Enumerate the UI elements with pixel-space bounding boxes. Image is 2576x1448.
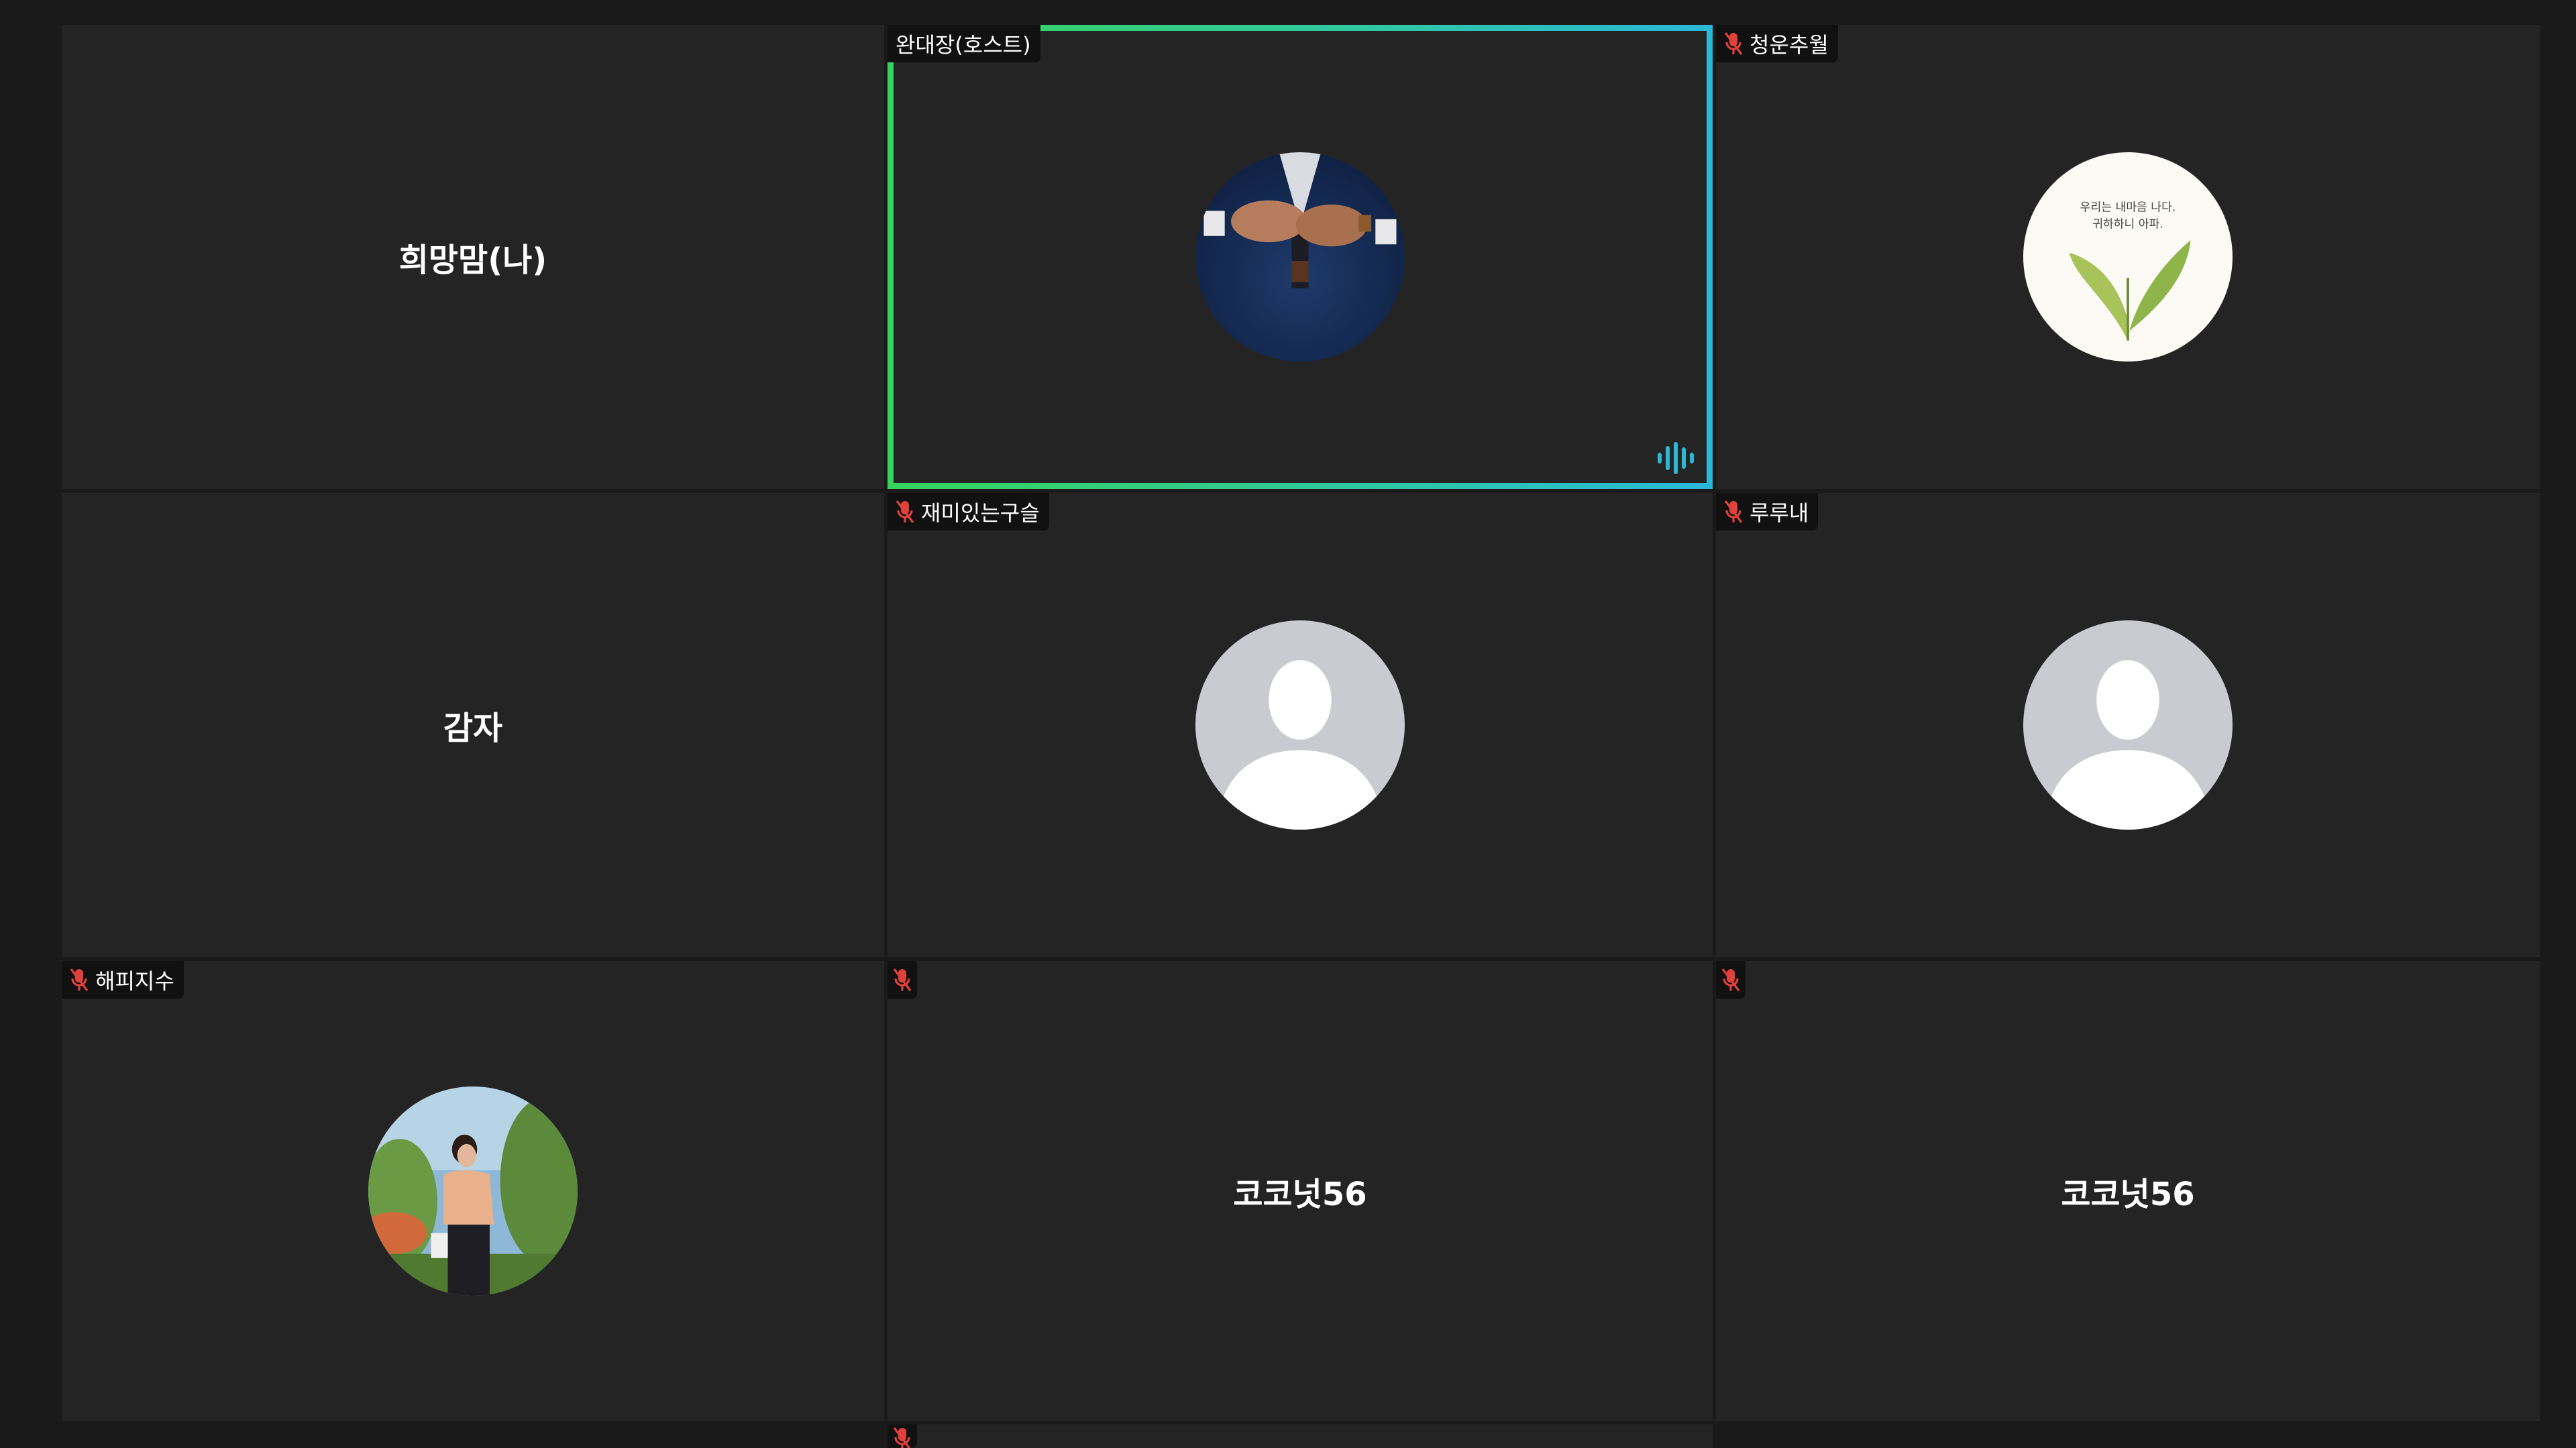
participant-name: 코코넛56 xyxy=(1233,1176,1367,1213)
audio-level-icon xyxy=(1656,442,1694,474)
participant-tile[interactable]: 코코넛56 xyxy=(1716,961,2540,1421)
participant-label xyxy=(888,961,917,999)
participant-label-text: 청운추월 xyxy=(1750,32,1829,58)
participant-label: 해피지수 xyxy=(62,961,184,999)
participant-label-text: 해피지수 xyxy=(95,968,174,994)
default-person-avatar-icon xyxy=(2023,620,2233,830)
participant-tile[interactable]: 감자 xyxy=(62,493,884,957)
participant-photo: 우리는 내마음 나다. 귀하하니 아파. xyxy=(2023,152,2233,361)
participant-tile-partial[interactable] xyxy=(888,1425,1713,1448)
participant-label: 청운추월 xyxy=(1716,25,1838,62)
muted-mic-icon xyxy=(896,500,914,524)
participant-tile[interactable]: 해피지수 xyxy=(62,961,884,1421)
participant-label-text: 재미있는구슬 xyxy=(921,500,1040,526)
participant-photo xyxy=(368,1087,578,1296)
participant-label: 재미있는구슬 xyxy=(888,493,1049,531)
muted-mic-icon xyxy=(1721,968,1740,992)
default-person-avatar-icon xyxy=(1195,620,1405,830)
muted-mic-icon xyxy=(893,1427,912,1448)
participant-label: 루루내 xyxy=(1716,493,1819,531)
muted-mic-icon xyxy=(1724,32,1743,56)
participant-name: 희망맘(나) xyxy=(398,241,547,279)
participant-label xyxy=(1716,961,1746,999)
participant-photo xyxy=(1195,152,1405,361)
video-gallery: 희망맘(나) 완대장(호스트) 우리는 내마음 나다. 귀하하니 아파. 청운추… xyxy=(0,0,2576,1448)
participant-label-text: 완대장(호스트) xyxy=(896,32,1031,58)
participant-label: 완대장(호스트) xyxy=(888,25,1040,62)
participant-tile[interactable]: 재미있는구슬 xyxy=(888,493,1713,957)
participant-tile[interactable]: 루루내 xyxy=(1716,493,2540,957)
participant-name: 감자 xyxy=(443,710,503,747)
participant-name: 코코넛56 xyxy=(2061,1176,2195,1213)
svg-text:귀하하니 아파.: 귀하하니 아파. xyxy=(2092,217,2163,231)
muted-mic-icon xyxy=(1724,500,1743,524)
participant-tile[interactable]: 코코넛56 xyxy=(888,961,1713,1421)
participant-label xyxy=(888,1425,917,1448)
participant-tile-active-speaker[interactable]: 완대장(호스트) xyxy=(888,25,1713,489)
participant-tile[interactable]: 희망맘(나) xyxy=(62,25,884,489)
participant-tile[interactable]: 우리는 내마음 나다. 귀하하니 아파. 청운추월 xyxy=(1716,25,2540,489)
svg-text:우리는 내마음 나다.: 우리는 내마음 나다. xyxy=(2080,201,2176,214)
participant-label-text: 루루내 xyxy=(1750,500,1809,526)
muted-mic-icon xyxy=(893,968,912,992)
muted-mic-icon xyxy=(70,968,89,992)
